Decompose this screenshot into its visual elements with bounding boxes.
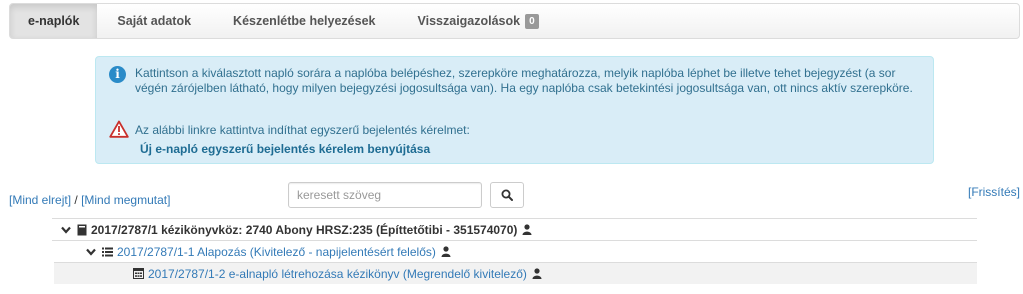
chevron-down-icon[interactable] [86, 248, 98, 256]
tree-row[interactable]: 2017/2787/1-2 e-alnapló létrehozása kézi… [54, 262, 977, 284]
tab-label: Visszaigazolások [417, 14, 521, 28]
new-request-link[interactable]: Új e-napló egyszerű bejelentés kérelem b… [140, 142, 430, 156]
info-alert: i Kattintson a kiválasztott napló sorára… [95, 56, 934, 164]
tree-row-label: 2017/2787/1-1 Alapozás (Kivitelező - nap… [117, 244, 436, 259]
book-icon [77, 224, 87, 236]
tab-sajat-adatok[interactable]: Saját adatok [97, 4, 213, 38]
user-icon [441, 246, 451, 257]
top-navigation: e-naplók Saját adatok Készenlétbe helyez… [9, 3, 1020, 39]
tree-row[interactable]: 2017/2787/1-1 Alapozás (Kivitelező - nap… [52, 240, 977, 262]
tab-keszenletbe-helyezesek[interactable]: Készenlétbe helyezések [213, 4, 397, 38]
link-separator: / [74, 193, 78, 207]
warning-icon [109, 120, 129, 138]
search-icon [501, 189, 513, 201]
tab-visszaigazolasok[interactable]: Visszaigazolások 0 [398, 4, 557, 38]
tab-label: Készenlétbe helyezések [233, 14, 376, 28]
user-icon [532, 268, 542, 279]
tab-e-naplok[interactable]: e-naplók [10, 4, 98, 38]
user-icon [522, 224, 532, 235]
warning-text: Az alábbi linkre kattintva indíthat egys… [135, 123, 470, 137]
journal-tree: 2017/2787/1 kézikönyvköz: 2740 Abony HRS… [52, 218, 977, 284]
search-button[interactable] [490, 182, 524, 208]
refresh-link[interactable]: [Frissítés] [968, 185, 1020, 199]
tab-label: Saját adatok [117, 14, 192, 28]
calendar-icon [133, 268, 144, 279]
info-icon: i [109, 66, 126, 83]
chevron-down-icon[interactable] [61, 226, 73, 234]
tree-row-label: 2017/2787/1-2 e-alnapló létrehozása kézi… [148, 266, 527, 281]
count-badge: 0 [525, 13, 539, 29]
tree-row[interactable]: 2017/2787/1 kézikönyvköz: 2740 Abony HRS… [52, 218, 977, 240]
info-text: Kattintson a kiválasztott napló sorára a… [135, 66, 913, 95]
collapse-all-link[interactable]: [Mind elrejt] [9, 193, 71, 207]
expand-all-link[interactable]: [Mind megmutat] [81, 193, 170, 207]
tab-label: e-naplók [28, 14, 80, 28]
list-icon [102, 247, 113, 257]
search-input[interactable] [288, 182, 482, 208]
expand-collapse-links: [Mind elrejt] / [Mind megmutat] [9, 193, 170, 207]
tree-row-label: 2017/2787/1 kézikönyvköz: 2740 Abony HRS… [91, 222, 518, 237]
